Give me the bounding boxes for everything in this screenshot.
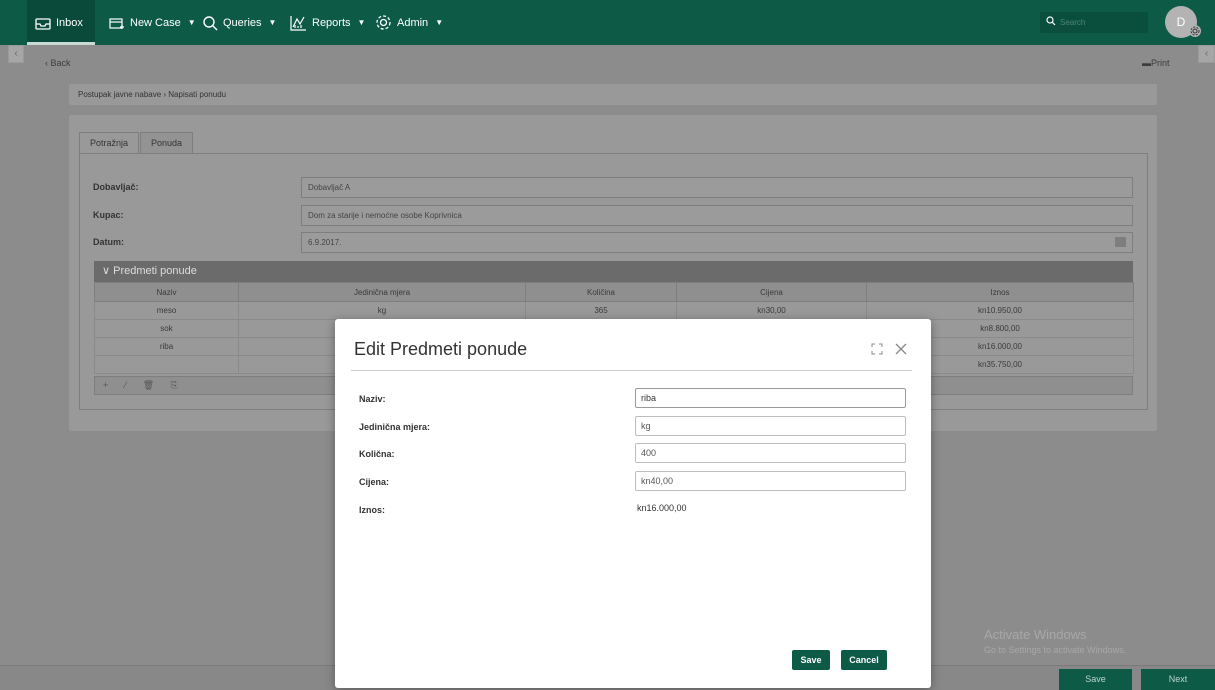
- search-icon: [1046, 16, 1056, 29]
- chevron-down-icon: ▼: [187, 18, 196, 27]
- datum-value: 6.9.2017.: [308, 238, 342, 247]
- dialog-save-button[interactable]: Save: [792, 650, 830, 670]
- nav-admin[interactable]: Admin ▼: [375, 0, 443, 45]
- settings-gear-icon[interactable]: [1189, 25, 1201, 37]
- nav-inbox[interactable]: Inbox: [27, 0, 95, 45]
- search-input[interactable]: [1060, 18, 1140, 27]
- dobavljac-label: Dobavljač:: [93, 182, 139, 192]
- column-header[interactable]: Količina: [525, 282, 677, 302]
- column-header[interactable]: Jedinična mjera: [238, 282, 526, 302]
- cell: [94, 355, 239, 374]
- datum-label: Datum:: [93, 237, 124, 247]
- printer-icon: ▬: [1142, 58, 1151, 68]
- cell: kn30,00: [676, 301, 867, 320]
- dialog-divider: [351, 370, 912, 371]
- close-icon[interactable]: [895, 343, 907, 358]
- cijena-label: Cijena:: [359, 477, 390, 487]
- cell: kn10.950,00: [866, 301, 1134, 320]
- nav-inbox-label: Inbox: [56, 16, 83, 29]
- breadcrumb: Postupak javne nabave › Napisati ponudu: [69, 84, 1157, 105]
- footer-next-button[interactable]: Next: [1141, 669, 1215, 690]
- dialog-title: Edit Predmeti ponude: [354, 339, 528, 359]
- chevron-down-icon: ▼: [357, 18, 366, 27]
- maximize-icon[interactable]: [871, 343, 883, 358]
- back-label: Back: [50, 58, 71, 68]
- print-link[interactable]: ▬Print: [1142, 58, 1170, 68]
- naziv-label: Naziv:: [359, 394, 386, 404]
- global-search[interactable]: [1040, 12, 1148, 33]
- iznos-value: kn16.000,00: [637, 503, 687, 513]
- grid-title: Predmeti ponude: [113, 265, 197, 277]
- collapse-right-icon[interactable]: ‹: [1198, 45, 1215, 63]
- inbox-icon: [35, 16, 51, 30]
- iznos-label: Iznos:: [359, 505, 385, 515]
- nav-reports[interactable]: Reports ▼: [290, 0, 365, 45]
- column-header[interactable]: Naziv: [94, 282, 239, 302]
- footer-save-button[interactable]: Save: [1059, 669, 1132, 690]
- tab-ponuda[interactable]: Ponuda: [140, 132, 194, 153]
- windows-activation-subtitle: Go to Settings to activate Windows.: [984, 645, 1127, 655]
- nav-queries[interactable]: Queries ▼: [202, 0, 276, 45]
- naziv-input[interactable]: [635, 388, 906, 408]
- tab-potraznja[interactable]: Potražnja: [79, 132, 140, 153]
- cell: 365: [525, 301, 677, 320]
- avatar-initial: D: [1176, 15, 1186, 29]
- nav-queries-label: Queries: [223, 16, 262, 29]
- windows-activation-title: Activate Windows: [984, 627, 1087, 642]
- grid-section-header[interactable]: ∨ Predmeti ponude: [94, 261, 1133, 282]
- column-header[interactable]: Iznos: [866, 282, 1134, 302]
- dialog-cancel-button[interactable]: Cancel: [841, 650, 887, 670]
- cijena-input[interactable]: [635, 471, 906, 491]
- collapse-left-icon[interactable]: ‹: [8, 45, 24, 63]
- cell: kg: [238, 301, 526, 320]
- cell: meso: [94, 301, 239, 320]
- kupac-field[interactable]: Dom za starije i nemoćne osobe Koprivnic…: [301, 205, 1133, 226]
- chevron-down-icon: ▼: [268, 18, 277, 27]
- back-link[interactable]: ‹ Back: [45, 58, 71, 68]
- table-row[interactable]: meso kg 365 kn30,00 kn10.950,00: [94, 301, 1134, 320]
- mjera-input[interactable]: [635, 416, 906, 436]
- datum-field[interactable]: 6.9.2017.: [301, 232, 1133, 253]
- nav-admin-label: Admin: [397, 16, 429, 29]
- calendar-icon[interactable]: [1115, 237, 1126, 247]
- kupac-label: Kupac:: [93, 210, 124, 220]
- grid-header-row: Naziv Jedinična mjera Količina Cijena Iz…: [94, 282, 1134, 302]
- column-header[interactable]: Cijena: [676, 282, 867, 302]
- new-case-icon: [109, 16, 125, 30]
- nav-reports-label: Reports: [312, 16, 351, 29]
- cell: sok: [94, 319, 239, 338]
- chart-icon: [290, 15, 307, 31]
- dobavljac-field[interactable]: Dobavljač A: [301, 177, 1133, 198]
- chevron-down-icon: ▼: [435, 18, 444, 27]
- mjera-label: Jedinična mjera:: [359, 422, 431, 432]
- chevron-down-icon: ∨: [102, 265, 114, 277]
- gear-icon: [375, 14, 392, 31]
- kolicina-label: Količna:: [359, 449, 395, 459]
- print-label: Print: [1151, 58, 1170, 68]
- nav-new-case-label: New Case: [130, 16, 181, 29]
- cell: riba: [94, 337, 239, 356]
- nav-new-case[interactable]: New Case ▼: [109, 0, 196, 45]
- edit-dialog: Edit Predmeti ponude Naziv: Jedinična mj…: [335, 319, 931, 688]
- kolicina-input[interactable]: [635, 443, 906, 463]
- search-icon: [202, 15, 218, 31]
